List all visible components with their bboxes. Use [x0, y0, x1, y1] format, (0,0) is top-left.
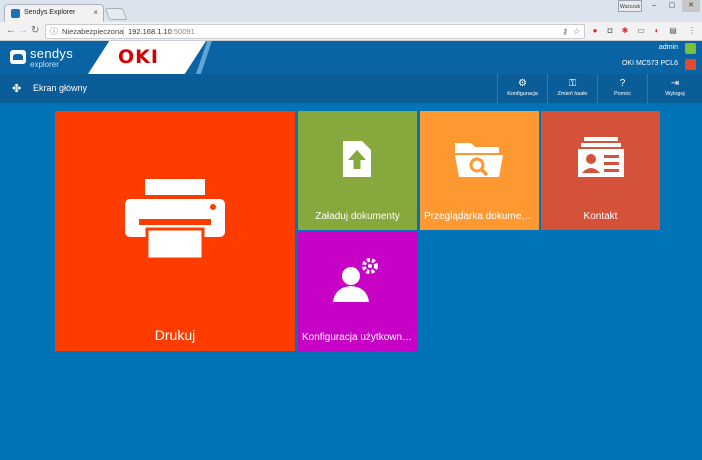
sendys-favicon-icon [11, 9, 20, 18]
browser-titlebar: Sendys Explorer × Wszczuk – ▢ ✕ [0, 0, 702, 22]
tab-title: Sendys Explorer [24, 9, 76, 16]
printer-status-icon[interactable] [685, 59, 696, 70]
user-gear-icon: ⚙ [518, 78, 527, 89]
key-icon[interactable]: ⚷ [562, 25, 568, 38]
address-bar[interactable]: ⓘ Niezabezpieczona 192.168.1.10:50091 ⚷ … [45, 24, 585, 39]
help-label: Pomoc [613, 91, 632, 97]
tab-close-icon[interactable]: × [93, 8, 98, 17]
lastpass-extension-icon[interactable]: ✱ [620, 26, 630, 36]
address-separator [123, 27, 124, 36]
brand-name: sendys [30, 46, 73, 61]
sendys-logo: sendys explorer [8, 45, 78, 71]
help-button[interactable]: ? Pomoc [597, 74, 647, 103]
note-extension-icon[interactable]: ▤ [668, 26, 678, 36]
document-browser-label: Przeglądarka dokumen... [424, 211, 536, 222]
username-label[interactable]: admin [659, 44, 678, 51]
window-user-button[interactable]: Wszczuk [618, 0, 642, 12]
configuration-label: Konfiguracja [507, 91, 538, 97]
user-settings-icon [333, 258, 378, 302]
url-port: :50091 [171, 27, 195, 36]
contact-label: Kontakt [583, 211, 618, 222]
minimize-button[interactable]: – [646, 0, 662, 12]
sendys-cloud-icon [10, 50, 26, 64]
browser-toolbar: ← → ↻ ⓘ Niezabezpieczona 192.168.1.10:50… [0, 22, 702, 41]
print-tile-label: Drukuj [154, 327, 196, 343]
upload-documents-label: Załaduj dokumenty [315, 211, 400, 222]
browser-tab[interactable]: Sendys Explorer × [4, 4, 104, 22]
help-icon: ? [619, 78, 626, 89]
contact-card-icon [578, 137, 624, 177]
cast-extension-icon[interactable]: ▭ [636, 26, 646, 36]
change-password-label: Zmień hasło [557, 91, 588, 97]
browser-menu-icon[interactable]: ⋮ [687, 26, 697, 36]
logout-button[interactable]: ⇥ Wyloguj [647, 74, 702, 103]
reload-button[interactable]: ↻ [31, 26, 39, 36]
logout-icon: ⇥ [670, 78, 680, 89]
configuration-button[interactable]: ⚙ Konfiguracja [497, 74, 547, 103]
printer-model-label[interactable]: OKI MC573 PCL6 [622, 60, 678, 67]
logout-label: Wyloguj [665, 91, 685, 97]
bookmark-star-icon[interactable]: ☆ [573, 25, 580, 38]
maximize-button[interactable]: ▢ [664, 0, 680, 12]
user-icon[interactable] [685, 43, 696, 54]
oki-logo-banner: OKI [88, 41, 206, 74]
brand-subtitle: explorer [30, 60, 59, 69]
pocket-extension-icon[interactable]: ◘ [605, 26, 615, 36]
pdf-extension-icon[interactable]: ◐ [652, 26, 662, 36]
new-tab-button[interactable] [104, 8, 128, 20]
info-icon[interactable]: ⓘ [50, 25, 58, 38]
url-host: 192.168.1.10 [128, 27, 172, 36]
user-configuration-tile[interactable]: Konfiguracja użytkownika [298, 232, 417, 351]
print-tile[interactable]: Drukuj [55, 111, 295, 351]
upload-document-icon [343, 141, 371, 177]
printer-icon [125, 179, 225, 259]
document-browser-tile[interactable]: Przeglądarka dokumen... [420, 111, 539, 230]
oki-logo: OKI [118, 46, 159, 68]
sendys-app: sendys explorer OKI admin OKI MC573 PCL6… [0, 41, 702, 460]
home-label[interactable]: Ekran główny [33, 83, 87, 93]
forward-button[interactable]: → [18, 26, 28, 36]
url-text[interactable]: 192.168.1.10:50091 [128, 25, 195, 38]
key-icon: ⚿ [568, 78, 577, 89]
app-header: sendys explorer OKI admin OKI MC573 PCL6 [0, 41, 702, 74]
user-configuration-label: Konfiguracja użytkownika [302, 332, 415, 343]
contact-tile[interactable]: Kontakt [541, 111, 660, 230]
folder-search-icon [455, 143, 503, 177]
app-toolbar: ✤ Ekran główny ⚙ Konfiguracja ⚿ Zmień ha… [0, 74, 702, 103]
change-password-button[interactable]: ⚿ Zmień hasło [547, 74, 597, 103]
close-window-button[interactable]: ✕ [682, 0, 700, 12]
upload-documents-tile[interactable]: Załaduj dokumenty [298, 111, 417, 230]
home-icon[interactable]: ✤ [12, 82, 21, 95]
opera-extension-icon[interactable]: ● [590, 26, 600, 36]
security-label: Niezabezpieczona [62, 27, 124, 36]
back-button[interactable]: ← [6, 26, 16, 36]
